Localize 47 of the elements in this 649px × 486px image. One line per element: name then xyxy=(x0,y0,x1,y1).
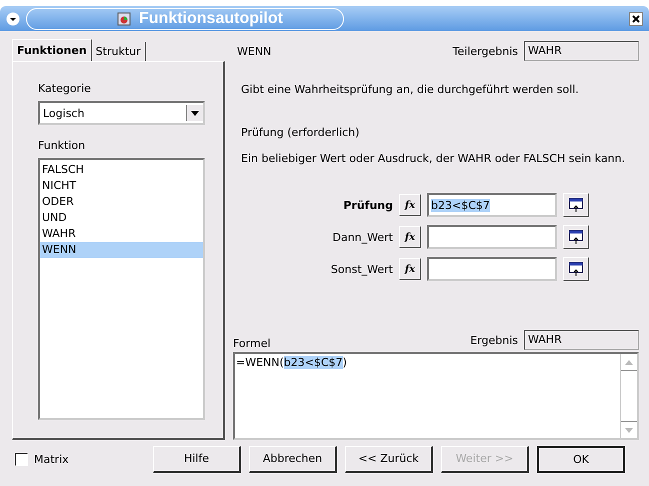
argument-label: Dann_Wert xyxy=(332,230,393,244)
argument-label: Prüfung xyxy=(342,198,393,212)
function-button[interactable]: fx xyxy=(399,194,421,216)
tab[interactable]: Funktionen xyxy=(12,39,92,61)
dropdown-arrow-icon xyxy=(191,110,199,116)
dialog-button[interactable]: OK xyxy=(537,446,625,472)
checkbox-label: Matrix xyxy=(34,452,69,466)
category-dropdown[interactable]: Logisch xyxy=(38,101,205,125)
argument-title: Prüfung (erforderlich) xyxy=(240,126,360,139)
dialog-button[interactable]: << Zurück xyxy=(345,446,433,472)
function-button[interactable]: fx xyxy=(399,226,421,248)
list-item[interactable]: NICHT xyxy=(40,178,203,194)
result-field: WAHR xyxy=(524,41,639,61)
argument-description: Ein beliebiger Wert oder Ausdruck, der WAHR oder FALSCH sein kann. xyxy=(240,152,626,165)
function-button[interactable]: fx xyxy=(399,258,421,280)
tab[interactable]: Struktur xyxy=(92,42,146,61)
input-field[interactable] xyxy=(427,225,557,249)
window-title: Funktionsautopilot xyxy=(139,10,283,28)
input-field[interactable]: b23<$C$7 xyxy=(427,193,557,217)
app-icon xyxy=(117,12,131,26)
list-item[interactable]: WAHR xyxy=(40,226,203,242)
dialog-button[interactable]: Abbrechen xyxy=(249,446,337,472)
window-icon xyxy=(569,262,583,276)
shrink-button[interactable] xyxy=(563,193,589,217)
close-icon[interactable] xyxy=(629,12,643,26)
list-item[interactable]: UND xyxy=(40,210,203,226)
field-label: Kategorie xyxy=(38,82,92,95)
field-label: Ergebnis xyxy=(470,334,518,346)
description-text: Gibt eine Wahrheitsprüfung an, die durchgeführt werden soll. xyxy=(240,83,580,96)
shrink-button[interactable] xyxy=(563,257,589,281)
argument-label: Sonst_Wert xyxy=(330,262,393,276)
field-label: Teilergebnis xyxy=(452,44,518,58)
field-label: Formel xyxy=(233,337,271,350)
result-field: WAHR xyxy=(524,330,639,350)
list-item[interactable]: ODER xyxy=(40,194,203,210)
menu-icon[interactable] xyxy=(6,12,20,26)
window-icon xyxy=(569,198,583,212)
formula-field[interactable]: =WENN(b23<$C$7) xyxy=(233,352,639,440)
field-label: Funktion xyxy=(38,139,86,152)
input-field[interactable] xyxy=(427,257,557,281)
window-icon xyxy=(569,230,583,244)
shrink-button[interactable] xyxy=(563,225,589,249)
function-name: WENN xyxy=(236,44,272,58)
list-item[interactable]: FALSCH xyxy=(40,162,203,178)
dialog-button[interactable]: Hilfe xyxy=(153,446,241,472)
list-item[interactable]: WENN xyxy=(40,242,203,258)
checkbox[interactable] xyxy=(15,452,28,466)
